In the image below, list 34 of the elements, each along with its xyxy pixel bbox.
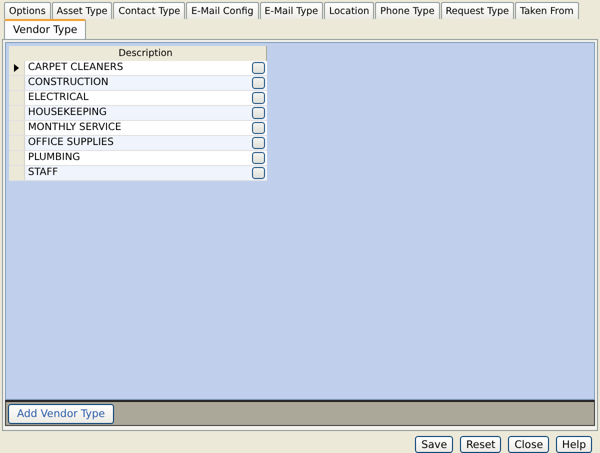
table-cell-text: ELECTRICAL: [27, 91, 90, 105]
checkbox[interactable]: [252, 137, 264, 149]
table-cell-text: OFFICE SUPPLIES: [27, 136, 115, 150]
row-header[interactable]: [9, 61, 25, 75]
tab[interactable]: E-Mail Config: [186, 2, 259, 19]
checkbox[interactable]: [252, 77, 264, 89]
tab[interactable]: Asset Type: [52, 2, 112, 19]
tab[interactable]: E-Mail Type: [260, 2, 324, 19]
table-cell-text: MONTHLY SERVICE: [27, 121, 122, 135]
table-cell-text: PLUMBING: [27, 151, 82, 165]
add-vendor-type-button[interactable]: Add Vendor Type: [8, 404, 114, 424]
table-cell-text: CARPET CLEANERS: [27, 61, 124, 75]
footer-button[interactable]: Help: [556, 436, 592, 453]
tab[interactable]: Phone Type: [375, 2, 440, 19]
checkbox[interactable]: [252, 107, 264, 119]
footer-button[interactable]: Save: [415, 436, 454, 453]
tab[interactable]: Contact Type: [113, 2, 186, 19]
footer-button[interactable]: Close: [508, 436, 550, 453]
tab[interactable]: Taken From: [515, 2, 579, 19]
table-cell-text: CONSTRUCTION: [27, 76, 110, 90]
tab[interactable]: Request Type: [440, 2, 514, 19]
table-cell-text: STAFF: [27, 166, 60, 180]
checkbox[interactable]: [252, 167, 264, 179]
column-header[interactable]: Description: [25, 46, 267, 61]
tab[interactable]: Vendor Type: [4, 19, 86, 39]
current-row-icon: [14, 64, 19, 72]
tab[interactable]: Location: [324, 2, 374, 19]
tab[interactable]: Options: [4, 2, 51, 19]
checkbox[interactable]: [252, 122, 264, 134]
table-cell-text: HOUSEKEEPING: [27, 106, 108, 120]
checkbox[interactable]: [252, 152, 264, 164]
footer-button[interactable]: Reset: [460, 436, 502, 453]
checkbox[interactable]: [252, 62, 264, 74]
checkbox[interactable]: [252, 92, 264, 104]
